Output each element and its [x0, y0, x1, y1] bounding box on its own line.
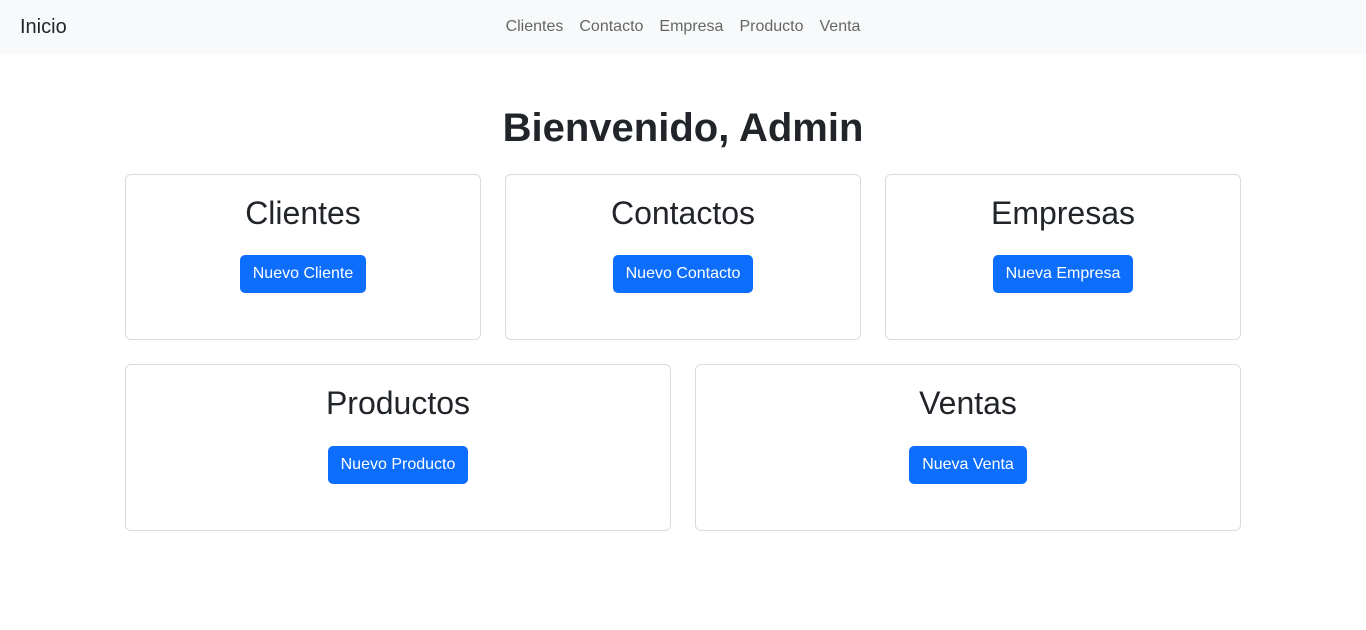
nueva-venta-button[interactable]: Nueva Venta	[909, 446, 1027, 484]
card-heading-ventas: Ventas	[919, 385, 1017, 421]
card-contactos: Contactos Nuevo Contacto	[505, 174, 861, 340]
nuevo-producto-button[interactable]: Nuevo Producto	[327, 446, 469, 484]
nav-link-venta[interactable]: Venta	[812, 18, 869, 36]
card-heading-productos: Productos	[325, 385, 471, 421]
nav-link-producto[interactable]: Producto	[731, 18, 811, 36]
page-title: Bienvenido, Admin	[502, 106, 864, 150]
card-empresas: Empresas Nueva Empresa	[885, 174, 1241, 340]
nav-links: Clientes Contacto Empresa Producto Venta	[0, 0, 1366, 54]
nuevo-cliente-button[interactable]: Nuevo Cliente	[239, 255, 367, 293]
card-heading-contactos: Contactos	[610, 195, 756, 231]
navbar: Inicio Clientes Contacto Empresa Product…	[0, 0, 1366, 54]
nueva-empresa-button[interactable]: Nueva Empresa	[992, 255, 1134, 293]
card-productos: Productos Nuevo Producto	[125, 364, 671, 531]
nav-link-contacto[interactable]: Contacto	[571, 18, 651, 36]
card-ventas: Ventas Nueva Venta	[695, 364, 1241, 531]
nuevo-contacto-button[interactable]: Nuevo Contacto	[612, 255, 754, 293]
navbar-brand-inicio[interactable]: Inicio	[20, 14, 67, 40]
card-heading-empresas: Empresas	[990, 195, 1136, 231]
card-heading-clientes: Clientes	[245, 195, 361, 231]
card-clientes: Clientes Nuevo Cliente	[125, 174, 481, 340]
nav-link-clientes[interactable]: Clientes	[498, 18, 572, 36]
nav-link-empresa[interactable]: Empresa	[651, 18, 731, 36]
